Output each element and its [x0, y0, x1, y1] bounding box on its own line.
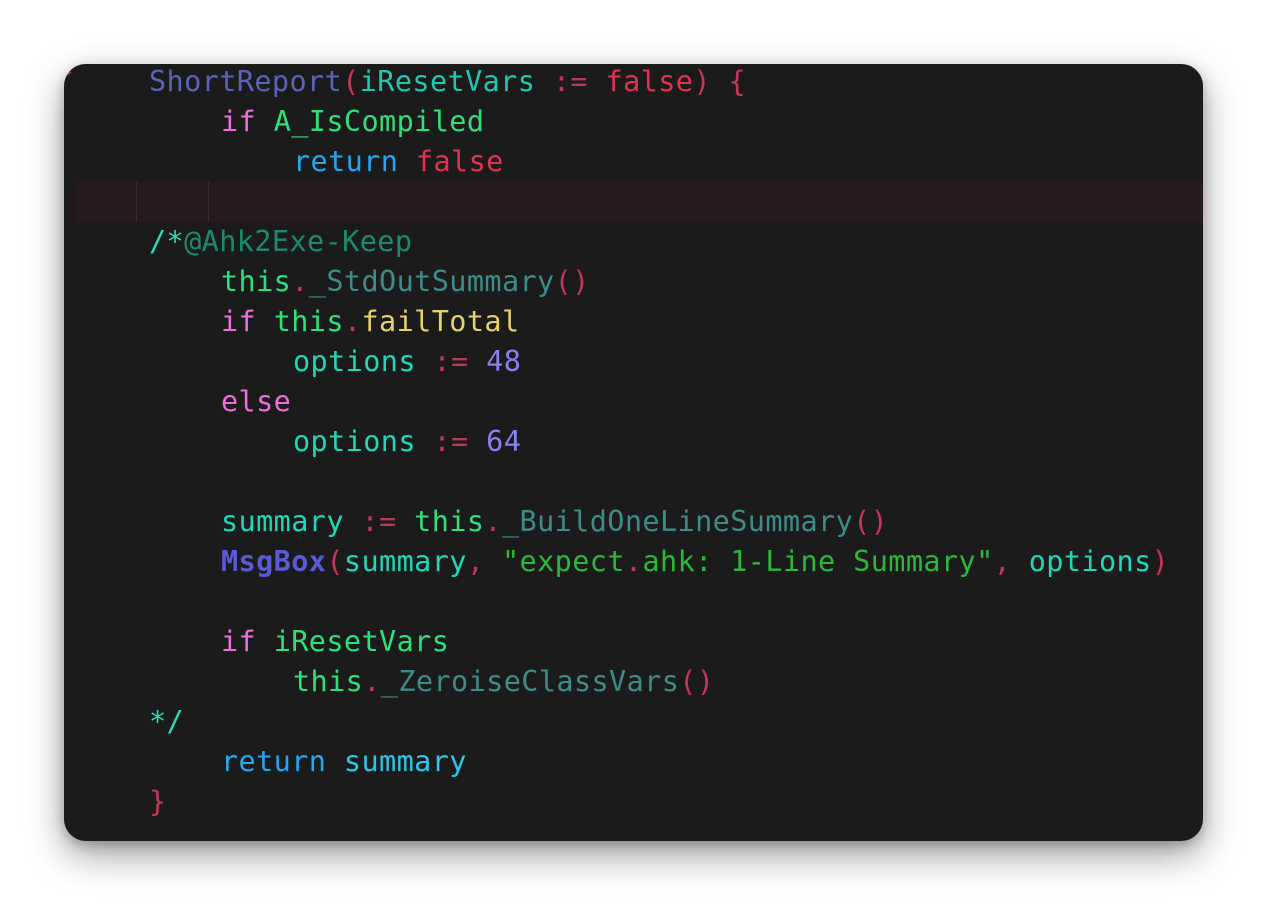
- line-text: summary := this._BuildOneLineSummary(): [221, 502, 888, 542]
- code-token: (: [342, 65, 360, 98]
- code-token: _BuildOneLineSummary: [501, 505, 854, 538]
- code-line[interactable]: MsgBox(summary, "expect.ahk: 1-Line Summ…: [64, 542, 1203, 582]
- code-token: :=: [535, 65, 606, 98]
- code-line[interactable]: if A_IsCompiled: [64, 102, 1203, 142]
- code-token: }: [149, 785, 167, 818]
- code-token: this: [414, 505, 485, 538]
- code-token: ,: [993, 545, 1029, 578]
- code-token: iResetVars: [359, 65, 536, 98]
- line-text: if A_IsCompiled: [221, 102, 484, 142]
- code-token: this: [273, 305, 344, 338]
- line-text: this._StdOutSummary(): [221, 262, 590, 302]
- code-token: .: [343, 305, 362, 338]
- line-text: options := 64: [293, 422, 521, 462]
- code-token: A_IsCompiled: [273, 105, 485, 138]
- code-token: iResetVars: [273, 625, 450, 658]
- code-token: false: [415, 145, 504, 178]
- code-line[interactable]: options := 64: [64, 422, 1203, 462]
- code-token: :=: [415, 425, 487, 458]
- line-text: return summary: [221, 742, 467, 782]
- code-line[interactable]: /*@Ahk2Exe-Keep: [64, 222, 1203, 262]
- code-line[interactable]: return false: [64, 142, 1203, 182]
- code-token: summary: [343, 545, 467, 578]
- code-token: this: [293, 665, 364, 698]
- line-text: }: [149, 782, 167, 822]
- indent-guide: [208, 182, 209, 222]
- code-token: 48: [486, 345, 522, 378]
- line-text: if iResetVars: [221, 622, 449, 662]
- code-token: return: [293, 145, 399, 178]
- code-line[interactable]: options := 48: [64, 342, 1203, 382]
- code-token: return: [221, 745, 327, 778]
- line-text: ShortReport(iResetVars := false) {: [149, 64, 746, 102]
- code-token: (): [853, 505, 889, 538]
- code-token: (): [554, 265, 590, 298]
- code-line[interactable]: summary := this._BuildOneLineSummary(): [64, 502, 1203, 542]
- line-text: if this.failTotal: [221, 302, 520, 342]
- code-token: if: [221, 625, 257, 658]
- code-token: if: [221, 305, 257, 338]
- code-token: "expect: [501, 545, 625, 578]
- code-token: .: [291, 265, 309, 298]
- code-line[interactable]: else: [64, 382, 1203, 422]
- code-token: if: [221, 105, 257, 138]
- line-text: MsgBox(summary, "expect.ahk: 1-Line Summ…: [221, 542, 1169, 582]
- code-token: .: [624, 545, 643, 578]
- code-line[interactable]: [64, 462, 1203, 502]
- code-token: ): [1151, 545, 1170, 578]
- code-token: _StdOutSummary: [308, 265, 555, 298]
- line-text: */: [149, 702, 184, 742]
- code-line[interactable]: if this.failTotal: [64, 302, 1203, 342]
- line-text: else: [221, 382, 291, 422]
- indent-guide: [136, 182, 137, 222]
- code-token: ,: [466, 545, 502, 578]
- code-line[interactable]: return summary: [64, 742, 1203, 782]
- code-token: failTotal: [361, 305, 520, 338]
- code-token: MsgBox: [221, 545, 327, 578]
- code-token: 64: [486, 425, 522, 458]
- code-token: (: [326, 545, 344, 578]
- code-line[interactable]: if iResetVars: [64, 622, 1203, 662]
- code-token: @Ahk2Exe-Keep: [184, 225, 413, 258]
- code-token: ahk: 1-Line Summary": [642, 545, 994, 578]
- line-text: return false: [293, 142, 504, 182]
- code-line[interactable]: ShortReport(iResetVars := false) {: [64, 64, 1203, 102]
- code-token: :=: [343, 505, 415, 538]
- code-token: */: [149, 705, 185, 738]
- code-token: _ZeroiseClassVars: [380, 665, 680, 698]
- code-line[interactable]: */: [64, 702, 1203, 742]
- code-token: options: [293, 425, 416, 458]
- code-token: .: [363, 665, 381, 698]
- code-token: .: [484, 505, 502, 538]
- line-text: this._ZeroiseClassVars(): [293, 662, 714, 702]
- code-token: options: [293, 345, 416, 378]
- code-token: this: [221, 265, 292, 298]
- code-token: :=: [415, 345, 487, 378]
- code-line[interactable]: [64, 582, 1203, 622]
- code-token: summary: [221, 505, 344, 538]
- code-editor-window: ShortReport(iResetVars := false) {if A_I…: [64, 64, 1203, 841]
- code-token: ) {: [693, 65, 747, 98]
- code-token: ShortReport: [149, 65, 343, 98]
- code-token: /*: [149, 225, 185, 258]
- line-text: /*@Ahk2Exe-Keep: [149, 222, 412, 262]
- code-token: (): [679, 665, 715, 698]
- code-token: options: [1028, 545, 1152, 578]
- code-line[interactable]: this._StdOutSummary(): [64, 262, 1203, 302]
- code-token: false: [605, 65, 694, 98]
- code-token: else: [221, 385, 292, 418]
- code-view[interactable]: ShortReport(iResetVars := false) {if A_I…: [64, 64, 1203, 822]
- code-token: summary: [343, 745, 467, 778]
- code-line[interactable]: this._ZeroiseClassVars(): [64, 662, 1203, 702]
- current-line[interactable]: [76, 182, 1203, 222]
- line-text: options := 48: [293, 342, 521, 382]
- code-line[interactable]: }: [64, 782, 1203, 822]
